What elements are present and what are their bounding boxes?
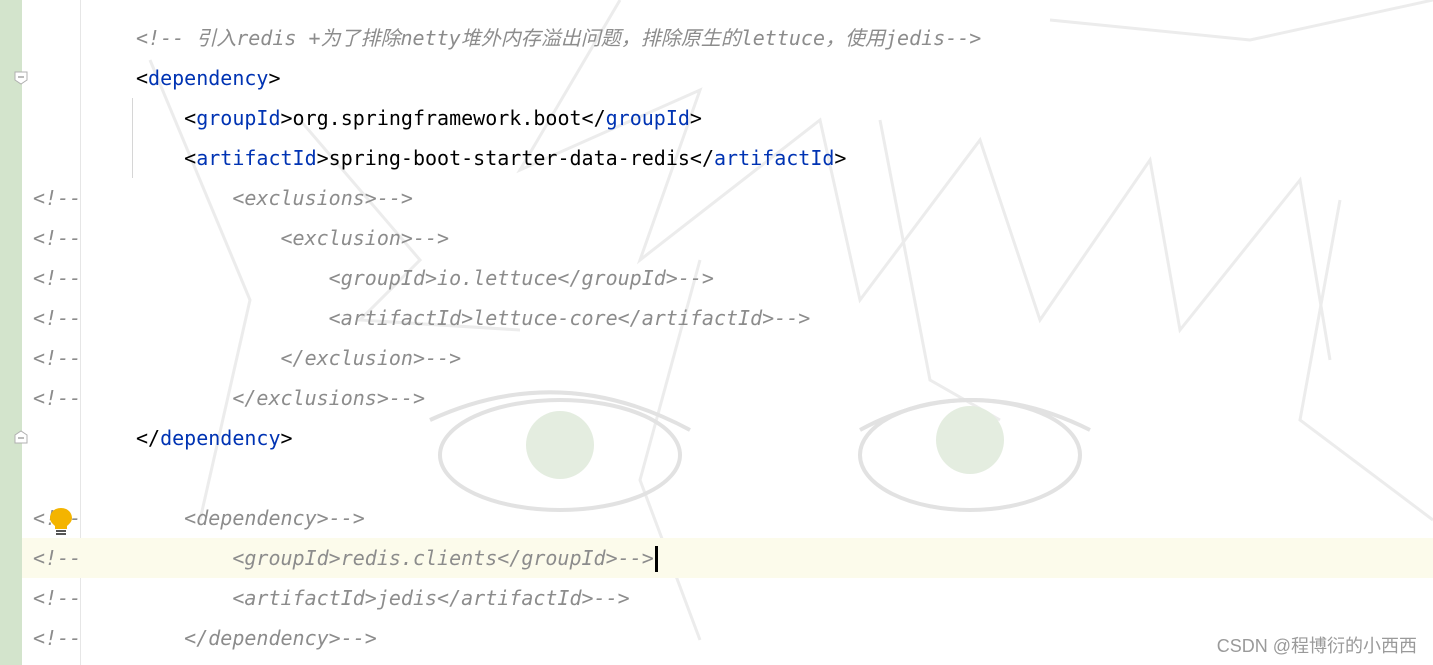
code-comment: <groupId>redis.clients</groupId>--> [232,546,654,570]
code-line[interactable]: <dependency> [136,58,281,98]
code-line[interactable]: <groupId>org.springframework.boot</group… [136,98,702,138]
fold-open-icon[interactable] [14,71,28,85]
gutter-comment-marker: <!-- [33,346,82,370]
vcs-change-marker [0,0,22,665]
gutter-comment-marker: <!-- [33,306,82,330]
code-text: >org.springframework.boot</ [280,106,606,130]
code-line[interactable]: <groupId>io.lettuce</groupId>--> [136,258,714,298]
code-comment: <dependency>--> [184,506,365,530]
code-comment: <groupId>io.lettuce</groupId>--> [328,266,714,290]
code-tag-name: artifactId [196,146,317,170]
indent-guide [132,98,133,178]
text-caret [655,546,658,572]
code-line[interactable]: <exclusions>--> [136,178,413,218]
gutter-comment-marker: <!-- [33,586,82,610]
fold-close-icon[interactable] [14,430,28,444]
code-tag-name: dependency [148,66,269,90]
code-line[interactable]: </exclusion>--> [136,338,462,378]
code-comment: <artifactId>lettuce-core</artifactId>--> [328,306,811,330]
gutter-comment-marker: <!-- [33,386,82,410]
code-line[interactable]: <exclusion>--> [136,218,450,258]
gutter-comment-marker: <!-- [33,626,82,650]
lightbulb-icon[interactable] [48,506,74,538]
code-comment: </exclusion>--> [280,346,462,370]
code-line[interactable]: <artifactId>lettuce-core</artifactId>--> [136,298,811,338]
code-tag-name: artifactId [714,146,835,170]
code-punct: > [268,66,281,90]
code-text: >spring-boot-starter-data-redis</ [316,146,714,170]
code-editor[interactable]: <!-- <!-- <!-- <!-- <!-- <!-- <!-- <!-- … [0,0,1433,665]
code-comment: </dependency>--> [184,626,377,650]
code-comment: <exclusions>--> [232,186,413,210]
code-punct: </ [136,426,161,450]
code-line[interactable]: </dependency>--> [136,618,377,658]
code-line[interactable]: </exclusions>--> [136,378,425,418]
code-tag-name: groupId [196,106,281,130]
code-punct: < [184,146,197,170]
code-tag-name: dependency [160,426,281,450]
code-line[interactable]: </dependency> [136,418,293,458]
code-punct: > [834,146,847,170]
gutter-comment-marker: <!-- [33,266,82,290]
gutter-comment-marker: <!-- [33,546,82,570]
code-punct: < [184,106,197,130]
watermark-credit: CSDN @程博衍的小西西 [1216,636,1417,656]
code-line[interactable]: <!-- 引入redis +为了排除netty堆外内存溢出问题，排除原生的let… [136,18,981,58]
code-line[interactable]: <artifactId>spring-boot-starter-data-red… [136,138,846,178]
code-comment: <artifactId>jedis</artifactId>--> [232,586,630,610]
code-line[interactable]: <artifactId>jedis</artifactId>--> [136,578,630,618]
code-comment: <!-- 引入redis +为了排除netty堆外内存溢出问题，排除原生的let… [136,26,982,50]
gutter-comment-marker: <!-- [33,226,82,250]
code-comment: </exclusions>--> [232,386,425,410]
gutter-comment-marker: <!-- [33,186,82,210]
code-line-current[interactable]: <groupId>redis.clients</groupId>--> [136,538,654,578]
code-tag-name: groupId [605,106,690,130]
code-punct: > [689,106,702,130]
code-punct: > [280,426,293,450]
code-line[interactable]: <dependency>--> [136,498,365,538]
code-punct: < [136,66,149,90]
code-comment: <exclusion>--> [280,226,450,250]
